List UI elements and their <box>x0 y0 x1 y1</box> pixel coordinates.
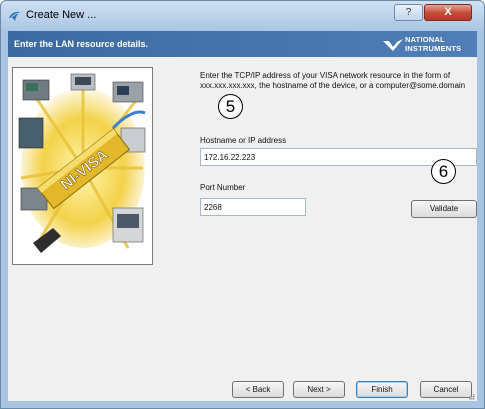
close-button[interactable]: X <box>424 4 472 21</box>
ni-logo-line2: INSTRUMENTS <box>405 43 462 53</box>
resize-grip-icon[interactable] <box>467 392 475 400</box>
ni-visa-illustration: NI-VISA <box>12 67 153 265</box>
cancel-button[interactable]: Cancel <box>420 381 472 398</box>
validate-button[interactable]: Validate <box>411 200 477 218</box>
port-label: Port Number <box>200 183 246 192</box>
wizard-header: Enter the LAN resource details. NATIONAL… <box>8 31 477 57</box>
wizard-content: NI-VISA Enter the TCP/IP address of your… <box>8 57 477 401</box>
finish-button[interactable]: Finish <box>356 381 408 398</box>
ni-logo: NATIONAL INSTRUMENTS <box>383 35 471 53</box>
back-button[interactable]: < Back <box>232 381 284 398</box>
dialog-window: Create New ... ? X Enter the LAN resourc… <box>0 0 485 409</box>
eagle-icon <box>383 39 403 51</box>
ni-app-icon <box>9 11 20 21</box>
instruction-text: Enter the TCP/IP address of your VISA ne… <box>200 71 466 90</box>
hardware-collage-image: NI-VISA <box>13 68 152 264</box>
hostname-label: Hostname or IP address <box>200 136 287 145</box>
port-input[interactable]: 2268 <box>200 198 306 216</box>
help-button[interactable]: ? <box>394 4 423 21</box>
ni-logo-text: NATIONAL INSTRUMENTS <box>405 35 462 53</box>
header-title: Enter the LAN resource details. <box>14 39 149 49</box>
title-bar[interactable]: Create New ... ? X <box>1 1 484 31</box>
window-title: Create New ... <box>26 9 97 21</box>
callout-marker-6: 6 <box>431 159 456 184</box>
callout-marker-5: 5 <box>218 94 243 119</box>
next-button[interactable]: Next > <box>293 381 345 398</box>
